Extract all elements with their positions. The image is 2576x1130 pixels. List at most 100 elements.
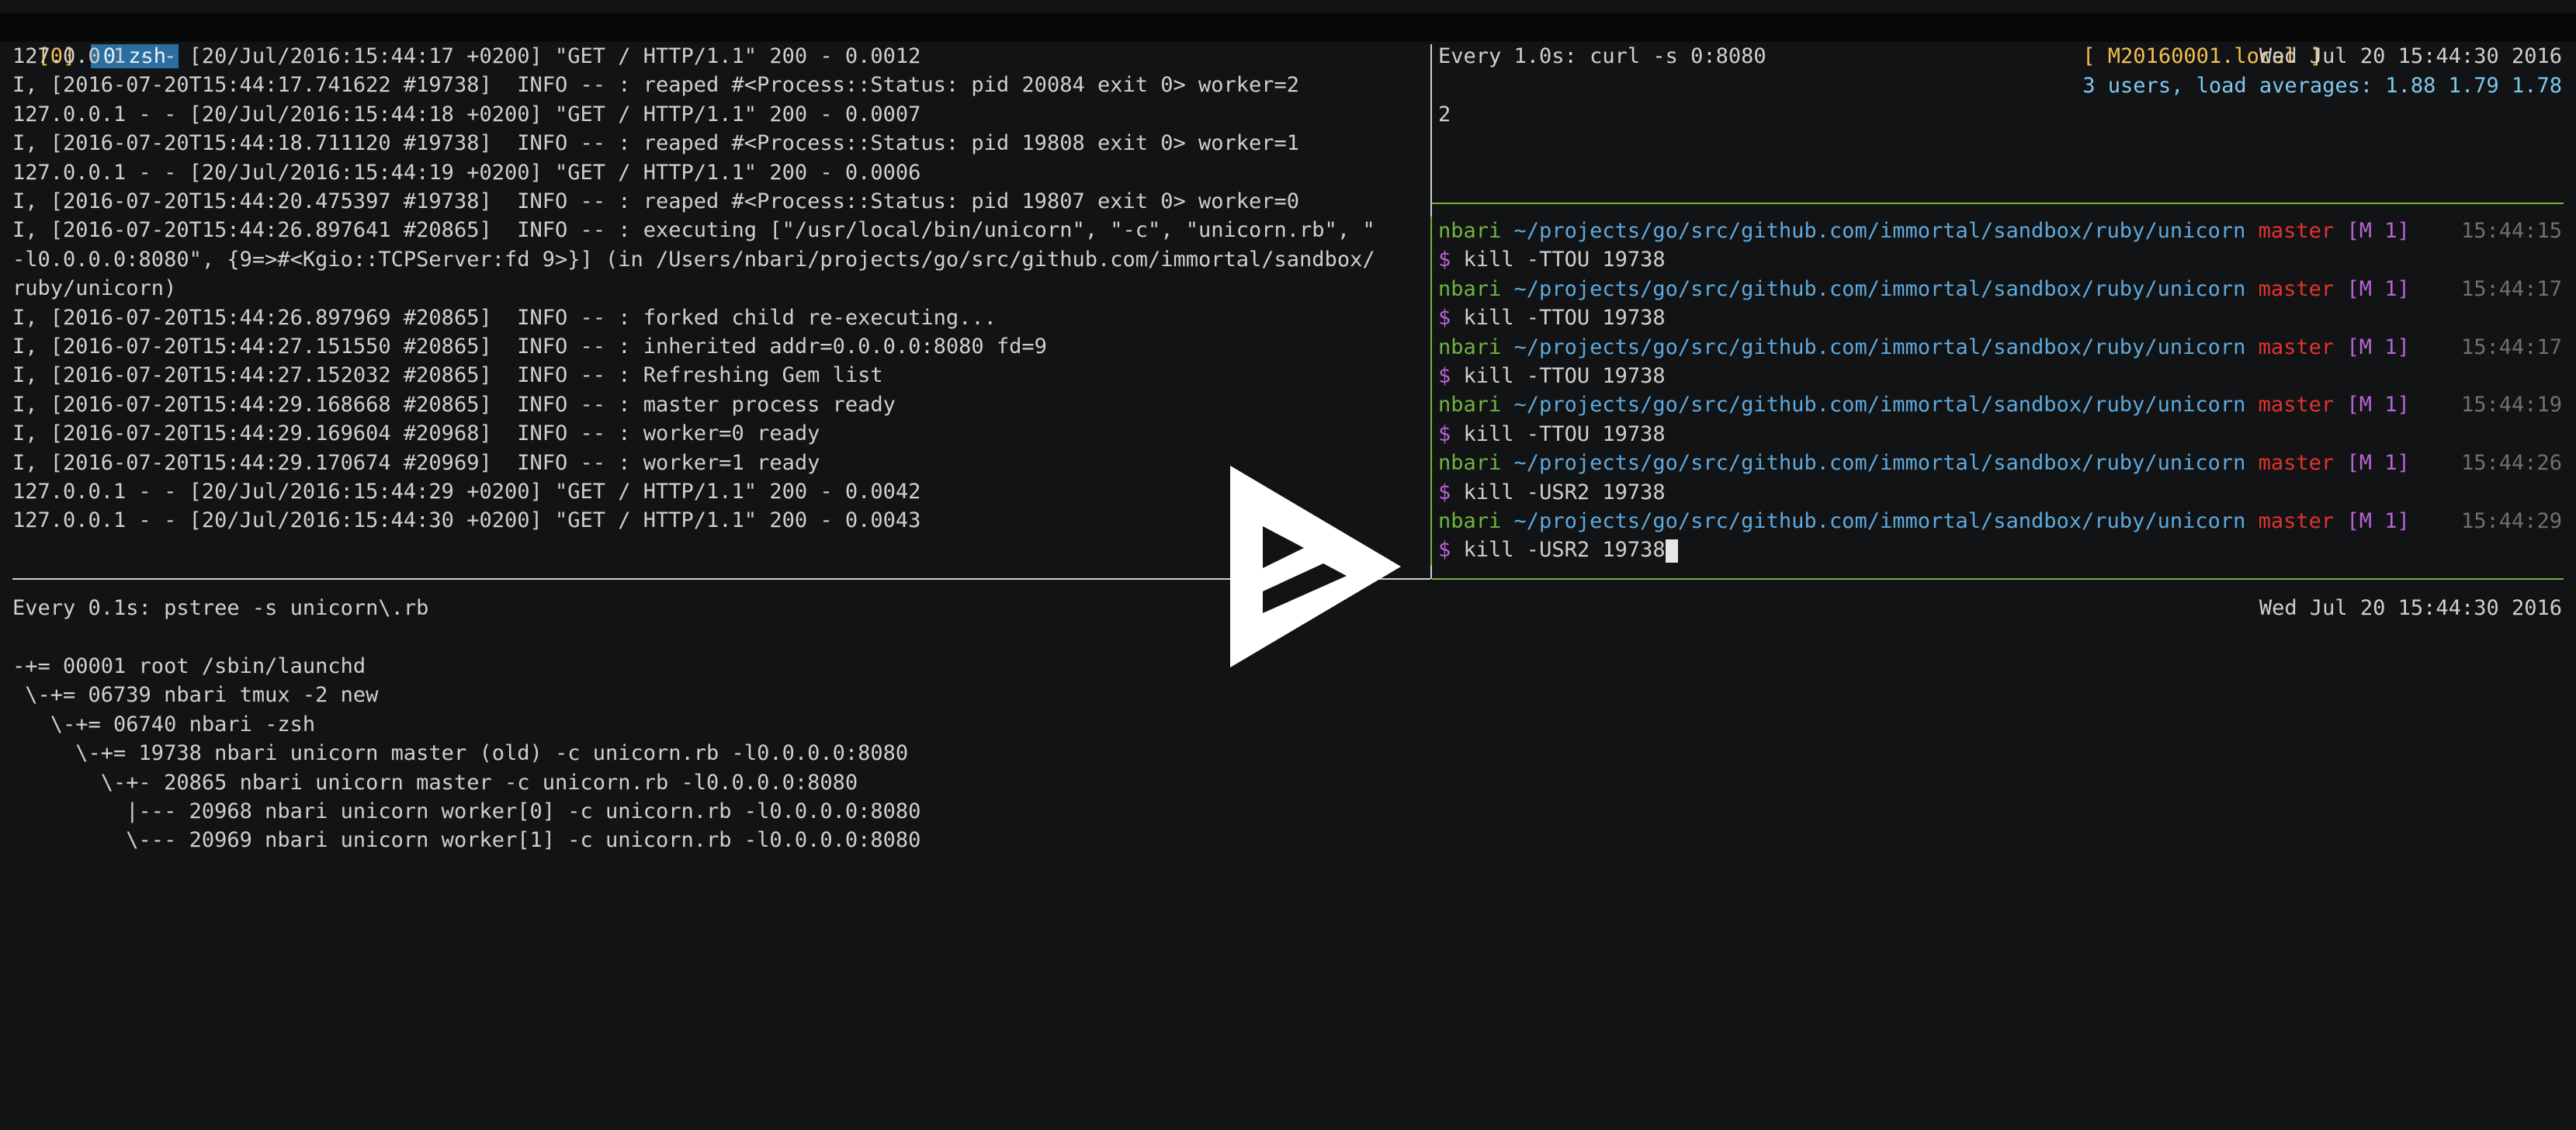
prompt-branch: master <box>2258 334 2335 359</box>
prompt-time: 15:44:19 <box>2460 393 2562 418</box>
active-pane-border-segment <box>1430 362 1432 391</box>
prompt-time: 15:44:26 <box>2460 451 2562 476</box>
shell-command-line: $ kill -USR2 19738 <box>1438 478 1666 507</box>
log-line: -l0.0.0.0:8080", {9=>#<Kgio::TCPServer:f… <box>12 247 1375 272</box>
prompt-user: nbari <box>1438 334 1502 359</box>
prompt-branch: master <box>2258 451 2335 476</box>
shell-command-line: $ kill -TTOU 19738 <box>1438 303 1666 332</box>
log-line: I, [2016-07-20T15:44:27.152032 #20865] I… <box>12 363 883 388</box>
log-line: I, [2016-07-20T15:44:17.741622 #19738] I… <box>12 73 1300 98</box>
log-line: I, [2016-07-20T15:44:29.170674 #20969] I… <box>12 450 820 475</box>
prompt-user: nbari <box>1438 451 1502 476</box>
pstree-line: -+= 00001 root /sbin/launchd <box>12 654 366 678</box>
play-icon[interactable] <box>1230 466 1401 667</box>
shell-command-line: $ kill -TTOU 19738 <box>1438 362 1666 390</box>
active-pane-top-border <box>1432 203 2564 204</box>
window-tab-zsh[interactable]: 0 zsh <box>65 13 179 69</box>
prompt-git-status: [M 1] <box>2346 219 2410 243</box>
pstree-line: \-+= 06739 nbari tmux -2 new <box>12 683 379 708</box>
log-line: ruby/unicorn) <box>12 276 177 301</box>
prompt-user: nbari <box>1438 393 1502 418</box>
shell-command: kill -TTOU 19738 <box>1463 306 1666 331</box>
prompt-branch: master <box>2258 219 2335 243</box>
pstree-line: \-+- 20865 nbari unicorn master -c unico… <box>12 770 858 795</box>
log-line: I, [2016-07-20T15:44:29.169604 #20968] I… <box>12 421 820 446</box>
prompt-git-status: [M 1] <box>2346 334 2410 359</box>
watch-pstree-timestamp: Wed Jul 20 15:44:30 2016 <box>2259 596 2562 620</box>
prompt-path: ~/projects/go/src/github.com/immortal/sa… <box>1513 451 2246 476</box>
status-right: [ M20160001.local ] 3 users, load averag… <box>2058 13 2562 97</box>
log-line: I, [2016-07-20T15:44:18.711120 #19738] I… <box>12 131 1300 156</box>
load-averages: 3 users, load averages: 1.88 1.79 1.78 <box>2082 73 2562 98</box>
shell-prompt: nbari ~/projects/go/src/github.com/immor… <box>1438 449 2562 477</box>
horizontal-pane-divider-right[interactable] <box>1432 578 2564 580</box>
text-cursor <box>1665 539 1678 563</box>
log-line: 127.0.0.1 - - [20/Jul/2016:15:44:19 +020… <box>12 160 921 185</box>
prompt-symbol: $ <box>1438 421 1451 446</box>
prompt-symbol: $ <box>1438 538 1451 563</box>
active-pane-border-segment <box>1430 217 1432 246</box>
shell-command-line[interactable]: $ kill -USR2 19738 <box>1438 536 1678 564</box>
prompt-symbol: $ <box>1438 248 1451 272</box>
prompt-user: nbari <box>1438 276 1502 301</box>
watch-pstree-header: Every 0.1s: pstree -s unicorn\.rb <box>12 596 429 620</box>
shell-prompt: nbari ~/projects/go/src/github.com/immor… <box>1438 217 2562 245</box>
log-line: 127.0.0.1 - - [20/Jul/2016:15:44:17 +020… <box>12 44 921 68</box>
shell-command-line: $ kill -TTOU 19738 <box>1438 420 1666 449</box>
active-pane-border-segment <box>1430 507 1432 536</box>
prompt-time: 15:44:29 <box>2460 509 2562 533</box>
prompt-git-status: [M 1] <box>2346 451 2410 476</box>
horizontal-pane-divider-left[interactable] <box>12 578 1430 580</box>
prompt-time: 15:44:17 <box>2460 334 2562 359</box>
pstree-line: \-+= 19738 nbari unicorn master (old) -c… <box>12 741 909 766</box>
prompt-branch: master <box>2258 276 2335 301</box>
active-pane-border-segment <box>1430 449 1432 478</box>
shell-command-line: $ kill -TTOU 19738 <box>1438 245 1666 274</box>
pstree-line: \-+= 06740 nbari -zsh <box>12 712 316 737</box>
active-pane-border-segment <box>1430 536 1432 565</box>
log-line: I, [2016-07-20T15:44:20.475397 #19738] I… <box>12 189 1300 213</box>
shell-command: kill -TTOU 19738 <box>1463 248 1666 272</box>
log-line: I, [2016-07-20T15:44:27.151550 #20865] I… <box>12 334 1047 359</box>
log-line: 127.0.0.1 - - [20/Jul/2016:15:44:18 +020… <box>12 102 921 127</box>
prompt-path: ~/projects/go/src/github.com/immortal/sa… <box>1513 219 2246 243</box>
log-line: 127.0.0.1 - - [20/Jul/2016:15:44:29 +020… <box>12 480 921 504</box>
prompt-git-status: [M 1] <box>2346 393 2410 418</box>
watch-curl-timestamp: Wed Jul 20 15:44:30 2016 <box>2259 44 2562 68</box>
prompt-path: ~/projects/go/src/github.com/immortal/sa… <box>1513 509 2246 533</box>
prompt-path: ~/projects/go/src/github.com/immortal/sa… <box>1513 393 2246 418</box>
log-line: I, [2016-07-20T15:44:29.168668 #20865] I… <box>12 392 896 417</box>
shell-command: kill -USR2 19738 <box>1463 480 1666 504</box>
active-pane-border-segment <box>1430 274 1432 304</box>
watch-curl-output: 2 <box>1438 102 1451 127</box>
pstree-line: \--- 20969 nbari unicorn worker[1] -c un… <box>12 828 921 853</box>
prompt-user: nbari <box>1438 219 1502 243</box>
active-pane-border-segment <box>1430 390 1432 420</box>
active-pane-border-segment <box>1430 332 1432 362</box>
shell-prompt: nbari ~/projects/go/src/github.com/immor… <box>1438 333 2562 362</box>
shell-command: kill -TTOU 19738 <box>1463 421 1666 446</box>
active-pane-border-segment <box>1430 419 1432 449</box>
shell-prompt: nbari ~/projects/go/src/github.com/immor… <box>1438 507 2562 536</box>
shell-prompt: nbari ~/projects/go/src/github.com/immor… <box>1438 275 2562 303</box>
prompt-branch: master <box>2258 509 2335 533</box>
active-pane-border-segment <box>1430 303 1432 333</box>
log-line: I, [2016-07-20T15:44:26.897969 #20865] I… <box>12 305 997 330</box>
prompt-git-status: [M 1] <box>2346 509 2410 533</box>
shell-prompt: nbari ~/projects/go/src/github.com/immor… <box>1438 390 2562 419</box>
shell-command: kill -USR2 19738 <box>1463 538 1666 563</box>
watch-curl-header: Every 1.0s: curl -s 0:8080 <box>1438 44 1766 68</box>
log-line: I, [2016-07-20T15:44:26.897641 #20865] I… <box>12 218 1375 243</box>
prompt-symbol: $ <box>1438 306 1451 331</box>
active-pane-border-segment <box>1430 477 1432 507</box>
prompt-symbol: $ <box>1438 480 1451 504</box>
prompt-user: nbari <box>1438 509 1502 533</box>
prompt-path: ~/projects/go/src/github.com/immortal/sa… <box>1513 334 2246 359</box>
log-line: 127.0.0.1 - - [20/Jul/2016:15:44:30 +020… <box>12 508 921 533</box>
prompt-git-status: [M 1] <box>2346 276 2410 301</box>
prompt-symbol: $ <box>1438 364 1451 388</box>
pstree-line: |--- 20968 nbari unicorn worker[0] -c un… <box>12 799 921 823</box>
prompt-branch: master <box>2258 393 2335 418</box>
active-pane-border-segment <box>1430 245 1432 275</box>
prompt-path: ~/projects/go/src/github.com/immortal/sa… <box>1513 276 2246 301</box>
